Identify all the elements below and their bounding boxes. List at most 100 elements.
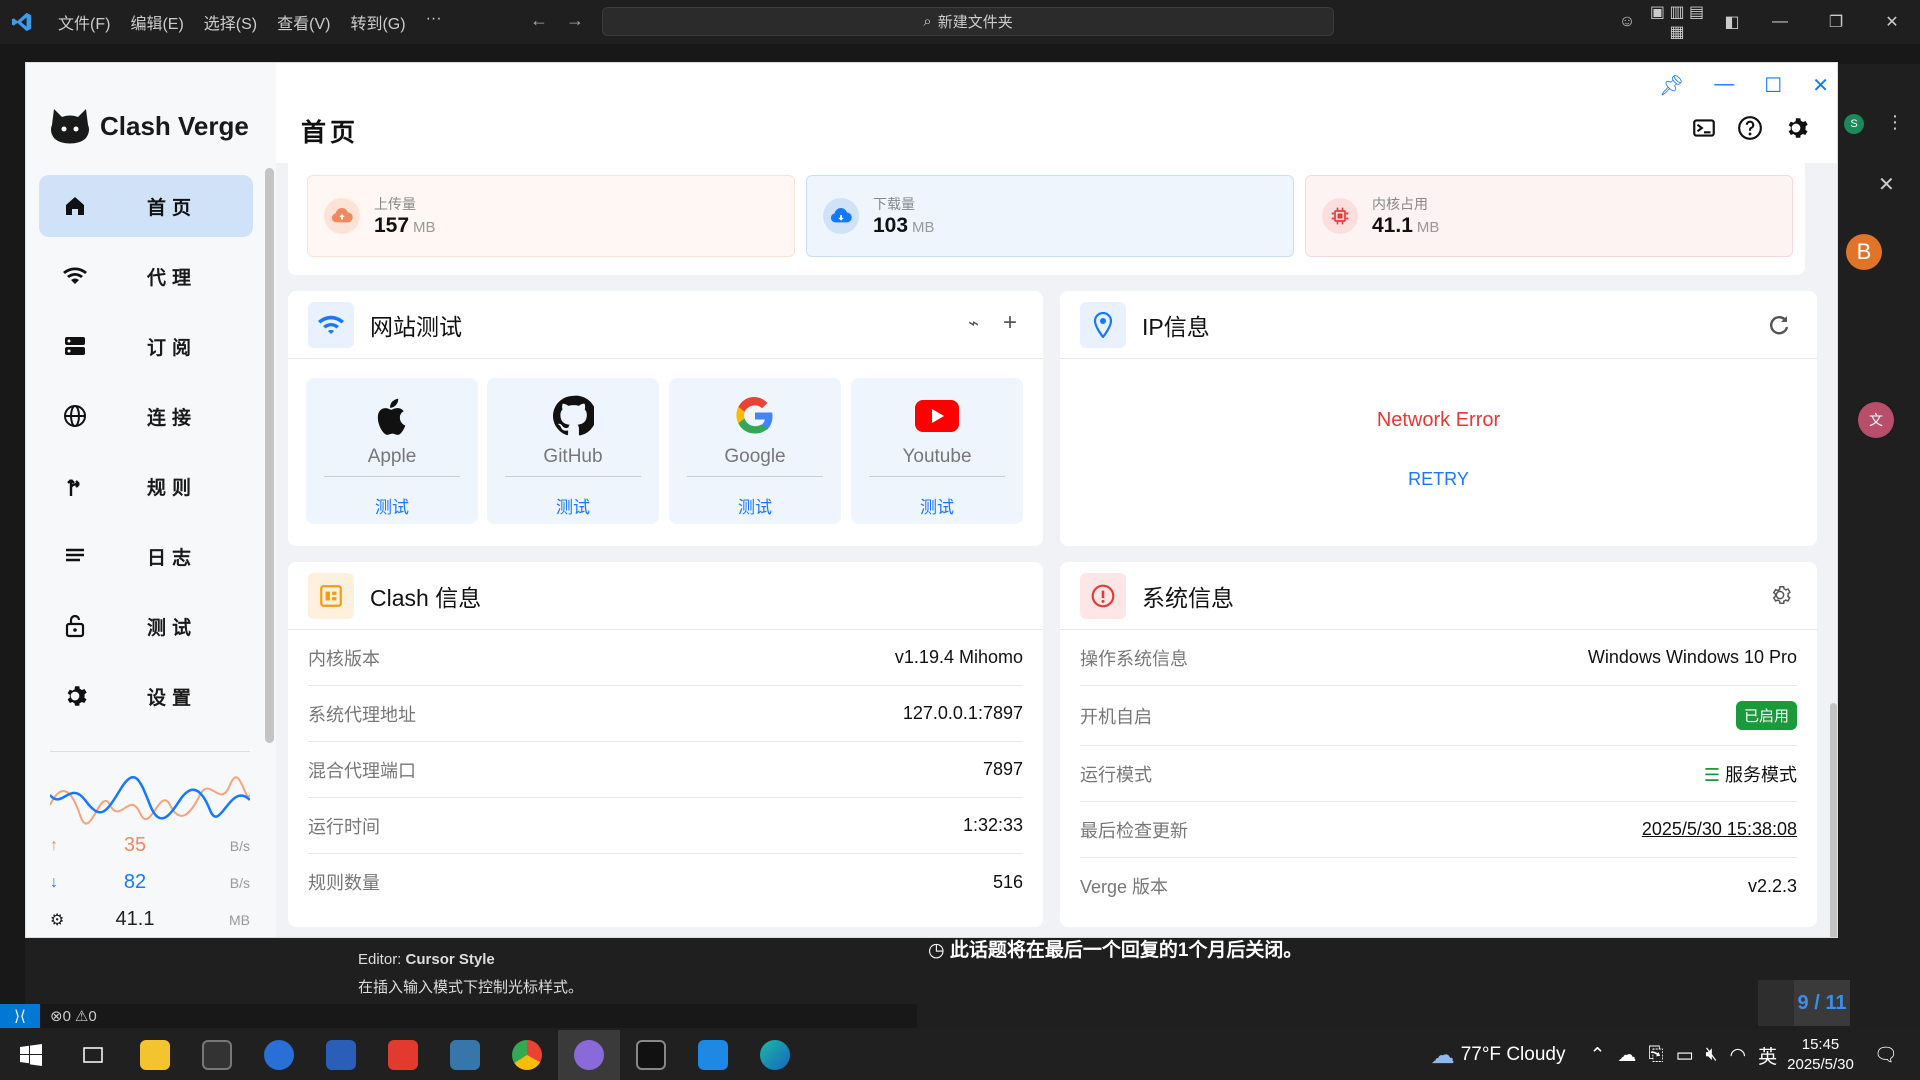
app-minimize-icon[interactable]: —	[1714, 73, 1734, 98]
onedrive-icon[interactable]: ☁	[1617, 1044, 1636, 1067]
upload-unit: MB	[413, 219, 436, 236]
sidebar-scrollbar[interactable]	[265, 168, 274, 743]
translate-icon[interactable]: 文	[1858, 402, 1894, 438]
sidebar-item-subscription[interactable]: 订阅	[39, 315, 253, 377]
last-update-link[interactable]: 2025/5/30 15:38:08	[1642, 819, 1797, 840]
sidebar-item-connections[interactable]: 连接	[39, 385, 253, 447]
dashboard-icon	[308, 572, 354, 619]
menu-edit[interactable]: 编辑(E)	[120, 10, 193, 34]
search-icon: ⌕	[923, 13, 932, 30]
traffic-mem-unit: MB	[229, 911, 250, 928]
sidebar-item-settings[interactable]: 设置	[39, 665, 253, 727]
vscode-taskbar-icon[interactable]	[682, 1030, 744, 1080]
site-github[interactable]: GitHub 测试	[487, 378, 659, 524]
remote-icon[interactable]: ⟩⟨	[0, 1004, 40, 1028]
back-arrow-icon[interactable]: ←	[530, 10, 548, 31]
network-test-icon[interactable]: ⌁	[968, 313, 979, 334]
warnings-count[interactable]: 0	[88, 1008, 96, 1025]
task-view-icon[interactable]	[62, 1030, 124, 1080]
app-maximize-icon[interactable]: ☐	[1764, 73, 1782, 98]
traffic-graph	[50, 775, 250, 825]
tun-icon[interactable]	[1691, 115, 1717, 141]
menu-more[interactable]: ···	[416, 10, 452, 34]
panel-close-icon[interactable]: ✕	[1878, 172, 1895, 197]
volume-icon[interactable]: 🔇︎	[1706, 1044, 1718, 1066]
sidebar-item-label: 日志	[147, 547, 198, 569]
edge-icon[interactable]	[744, 1030, 806, 1080]
refresh-icon[interactable]	[1767, 313, 1791, 337]
site-youtube[interactable]: Youtube 测试	[851, 378, 1023, 524]
site-google[interactable]: Google 测试	[669, 378, 841, 524]
restore-icon[interactable]: ❐	[1808, 12, 1864, 32]
setting-prefix: Editor:	[358, 951, 406, 968]
pin-icon[interactable]: 📌︎	[1659, 73, 1684, 98]
notification-icon[interactable]: 🗨︎	[1874, 1043, 1898, 1067]
add-icon[interactable]: +	[1003, 311, 1017, 335]
site-name: GitHub	[543, 446, 603, 467]
browser-blue-icon[interactable]	[248, 1030, 310, 1080]
layout-extra-icon[interactable]: ◧	[1712, 12, 1752, 32]
close-icon[interactable]: ✕	[1864, 12, 1920, 32]
upload-value: 157	[374, 214, 410, 237]
site-test-button[interactable]: 测试	[851, 493, 1023, 518]
errors-icon[interactable]: ⊗	[50, 1007, 63, 1025]
page-gear-icon[interactable]	[1758, 980, 1794, 1026]
download-value: 103	[873, 214, 909, 237]
site-test-button[interactable]: 测试	[306, 493, 478, 518]
menu-view[interactable]: 查看(V)	[267, 10, 340, 34]
download-label: 下载量	[873, 196, 915, 212]
python-icon[interactable]	[434, 1030, 496, 1080]
autostart-row: 开机自启 已启用	[1080, 686, 1797, 746]
sidebar-item-test[interactable]: 测试	[39, 595, 253, 657]
retry-button[interactable]: RETRY	[1060, 469, 1817, 490]
weather-text[interactable]: 77°F Cloudy	[1461, 1044, 1566, 1066]
sidebar-item-logs[interactable]: 日志	[39, 525, 253, 587]
battery-icon[interactable]: ▭	[1676, 1044, 1694, 1067]
menu-file[interactable]: 文件(F)	[48, 10, 120, 34]
wifi-tray-icon[interactable]: ◠	[1730, 1044, 1747, 1067]
site-test-button[interactable]: 测试	[487, 493, 659, 518]
vscode-activity-bar	[0, 44, 25, 1010]
sidebar-nav: 首页 代理 订阅 连接 规则 日志 测试 设置	[39, 175, 253, 735]
site-apple[interactable]: Apple 测试	[306, 378, 478, 524]
clash-info-row: 规则数量 516	[308, 871, 1023, 894]
more-vertical-icon[interactable]: ⋮	[1886, 112, 1904, 133]
storage-icon	[55, 334, 95, 358]
clash-verge-taskbar-icon[interactable]	[558, 1030, 620, 1080]
layout-icons[interactable]: ▣ ▥ ▤ ▦	[1642, 2, 1712, 42]
cursor-app-icon[interactable]	[620, 1030, 682, 1080]
site-test-button[interactable]: 测试	[669, 493, 841, 518]
sidebar-item-rules[interactable]: 规则	[39, 455, 253, 517]
chrome-icon[interactable]	[496, 1030, 558, 1080]
sidebar-item-proxy[interactable]: 代理	[39, 245, 253, 307]
menu-go[interactable]: 转到(G)	[340, 10, 415, 34]
sidebar-item-home[interactable]: 首页	[39, 175, 253, 237]
traffic-down-row: ↓ 82 B/s	[50, 864, 250, 901]
sidebar-item-label: 连接	[147, 407, 198, 429]
powershell-icon[interactable]	[310, 1030, 372, 1080]
system-settings-icon[interactable]	[1769, 584, 1791, 606]
memory-stat: 内核占用 41.1 MB	[1305, 175, 1793, 257]
app-close-icon[interactable]: ✕	[1812, 73, 1829, 98]
settings-gear-icon[interactable]	[1783, 115, 1809, 141]
help-icon[interactable]	[1737, 115, 1763, 141]
menu-selection[interactable]: 选择(S)	[194, 10, 267, 34]
wps-icon[interactable]	[372, 1030, 434, 1080]
errors-count[interactable]: 0	[63, 1008, 71, 1025]
ip-info-actions	[1767, 313, 1791, 337]
copilot-icon[interactable]: ☺	[1612, 13, 1642, 31]
forward-arrow-icon[interactable]: →	[566, 10, 584, 31]
minimize-icon[interactable]: —	[1752, 13, 1808, 31]
terminal-icon[interactable]	[186, 1030, 248, 1080]
autostart-badge[interactable]: 已启用	[1735, 701, 1797, 730]
file-explorer-icon[interactable]	[124, 1030, 186, 1080]
system-info-actions	[1769, 584, 1791, 606]
main-scrollbar[interactable]	[1830, 703, 1837, 937]
usb-icon[interactable]: ⎘	[1648, 1044, 1663, 1066]
command-center-search[interactable]: ⌕ 新建文件夹	[602, 7, 1334, 36]
warnings-icon[interactable]: ⚠	[75, 1007, 88, 1025]
clock[interactable]: 15:45 2025/5/30	[1787, 1035, 1854, 1075]
windows-start-icon[interactable]	[0, 1030, 62, 1080]
ime-indicator[interactable]: 英	[1758, 1042, 1777, 1069]
tray-chevron-icon[interactable]: ⌃	[1589, 1044, 1605, 1067]
